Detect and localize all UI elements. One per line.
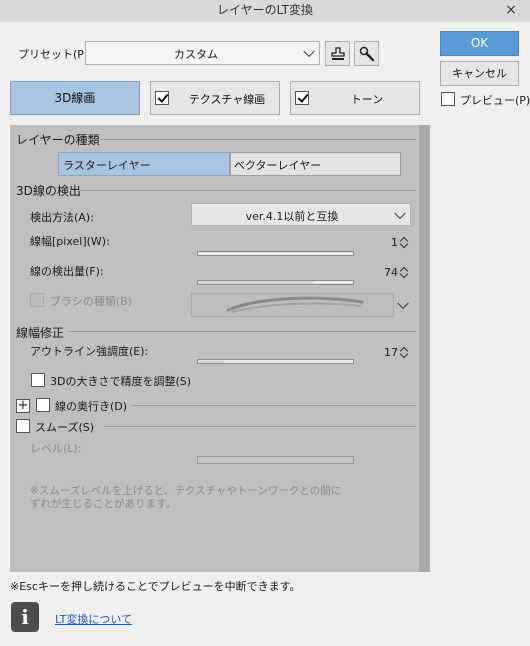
expand-icon[interactable]: + <box>16 399 30 413</box>
divider <box>132 405 416 406</box>
wrench-icon <box>359 46 375 62</box>
outline-emphasis-value[interactable]: 17 <box>370 346 398 359</box>
preset-label: プリセット(P): <box>18 48 92 61</box>
detect-amount-slider[interactable] <box>197 280 354 285</box>
vector-layer-option[interactable]: ベクターレイヤー <box>230 152 401 176</box>
tone-checkbox[interactable] <box>295 91 309 105</box>
tab-3d-lineart[interactable]: 3D線画 <box>10 81 140 115</box>
tab-tone-label: トーン <box>350 93 384 106</box>
line-width-spinner-icon[interactable] <box>400 236 408 248</box>
info-icon: i <box>11 602 39 632</box>
outline-emphasis-label: アウトライン強調度(E): <box>30 345 149 358</box>
texture-lineart-checkbox[interactable] <box>155 91 169 105</box>
detect-method-dropdown[interactable]: ver.4.1以前と互換 <box>191 203 411 226</box>
close-icon[interactable]: × <box>502 0 520 22</box>
tab-tone[interactable]: トーン <box>290 81 420 115</box>
title-bar: レイヤーのLT変換 <box>0 0 530 22</box>
line-width-label: 線幅[pixel](W): <box>30 235 110 248</box>
cancel-button[interactable]: キャンセル <box>440 61 519 86</box>
detect-amount-label: 線の検出量(F): <box>30 265 104 278</box>
outline-emphasis-spinner-icon[interactable] <box>400 346 408 358</box>
detect-method-value: ver.4.1以前と互換 <box>245 210 339 223</box>
depth-checkbox[interactable] <box>36 398 50 412</box>
brush-type-label: ブラシの種類(B) <box>50 295 132 308</box>
smooth-level-label: レベル(L): <box>30 442 82 455</box>
brush-type-dropdown[interactable] <box>397 297 409 313</box>
tab-texture-lineart-label: テクスチャ線画 <box>188 93 266 106</box>
chevron-down-icon <box>397 297 409 310</box>
outline-emphasis-slider-fill <box>198 360 225 363</box>
line-detect-heading: 3D線の検出 <box>16 184 81 198</box>
preset-value: カスタム <box>174 48 218 61</box>
smooth-note-line2: ずれが生じることがあります。 <box>30 498 176 510</box>
detect-amount-value[interactable]: 74 <box>370 266 398 279</box>
preview-label: プレビュー(P) <box>460 94 530 107</box>
brush-type-preview[interactable] <box>191 293 394 317</box>
tab-texture-lineart[interactable]: テクスチャ線画 <box>150 81 280 115</box>
detect-amount-slider-fill <box>198 281 313 284</box>
outline-emphasis-slider[interactable] <box>197 359 354 364</box>
raster-layer-option[interactable]: ラスターレイヤー <box>58 152 230 176</box>
smooth-label: スムーズ(S) <box>35 421 95 434</box>
scrollbar[interactable] <box>419 125 430 572</box>
width-correction-heading: 線幅修正 <box>16 326 65 340</box>
line-width-value[interactable]: 1 <box>370 236 398 249</box>
preset-settings-button[interactable] <box>354 41 379 66</box>
divider <box>104 426 416 427</box>
smooth-level-slider[interactable] <box>197 456 354 464</box>
divider <box>94 139 416 140</box>
vector-layer-label: ベクターレイヤー <box>234 159 322 172</box>
detect-amount-spinner-icon[interactable] <box>400 266 408 278</box>
detect-method-label: 検出方法(A): <box>30 211 94 224</box>
smooth-checkbox[interactable] <box>16 419 30 433</box>
raster-layer-label: ラスターレイヤー <box>63 159 151 172</box>
adjust-precision-label: 3Dの大きさで精度を調整(S) <box>50 375 192 388</box>
depth-label: 線の奥行き(D) <box>55 400 128 413</box>
divider <box>80 190 416 191</box>
window-title: レイヤーのLT変換 <box>216 3 313 17</box>
preset-dropdown[interactable]: カスタム <box>85 41 320 65</box>
brush-type-checkbox[interactable] <box>30 293 44 307</box>
layer-type-heading: レイヤーの種類 <box>16 133 100 147</box>
ok-button[interactable]: OK <box>440 31 519 56</box>
brush-stroke-icon <box>226 296 364 313</box>
chevron-down-icon <box>394 207 406 219</box>
preview-checkbox[interactable] <box>441 92 455 106</box>
about-lt-link[interactable]: LT変換について <box>55 611 132 627</box>
save-preset-button[interactable] <box>325 41 350 66</box>
adjust-precision-checkbox[interactable] <box>31 373 45 387</box>
line-width-slider[interactable] <box>197 251 354 256</box>
divider <box>68 331 416 332</box>
esc-note: ※Escキーを押し続けることでプレビューを中断できます。 <box>10 580 301 593</box>
stamp-icon <box>331 47 345 60</box>
